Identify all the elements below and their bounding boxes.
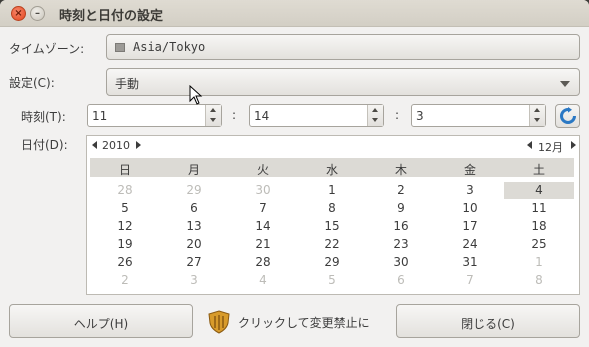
calendar-day[interactable]: 7 [435, 272, 505, 289]
spin-down-icon[interactable] [210, 118, 216, 122]
timezone-value: Asia/Tokyo [133, 40, 206, 54]
minutes-value: 14 [254, 109, 270, 123]
setting-label: 設定(C): [9, 76, 55, 90]
timezone-label: タイムゾーン: [9, 42, 85, 56]
mouse-cursor-icon [189, 85, 203, 105]
window-title: 時刻と日付の設定 [59, 9, 164, 24]
minimize-window-button[interactable]: – [30, 6, 45, 21]
spin-down-icon[interactable] [372, 118, 378, 122]
calendar-year: 2010 [102, 139, 130, 152]
calendar-day[interactable]: 11 [504, 200, 574, 217]
hours-value: 11 [92, 109, 108, 123]
time-separator: : [395, 108, 400, 122]
calendar-day[interactable]: 6 [366, 272, 436, 289]
calendar-day[interactable]: 27 [159, 254, 229, 271]
calendar-day[interactable]: 21 [228, 236, 298, 253]
weekday-header-row: 日月火水木金土 [90, 158, 574, 177]
weekday-label: 水 [325, 163, 338, 177]
calendar-day[interactable]: 7 [228, 200, 298, 217]
time-separator: : [232, 108, 237, 122]
spin-up-icon[interactable] [210, 108, 216, 112]
next-month-icon[interactable] [571, 141, 576, 149]
calendar-day[interactable]: 8 [504, 272, 574, 289]
calendar-day[interactable]: 5 [297, 272, 367, 289]
setting-combobox[interactable]: 手動 [106, 68, 580, 96]
shield-lock-icon [208, 310, 230, 334]
spin-down-icon[interactable] [534, 118, 540, 122]
date-time-settings-window: × – 時刻と日付の設定 タイムゾーン: Asia/Tokyo 設定(C): 手… [0, 0, 589, 347]
calendar-day[interactable]: 29 [159, 182, 229, 199]
calendar-day[interactable]: 9 [366, 200, 436, 217]
calendar-day[interactable]: 24 [435, 236, 505, 253]
hours-spinbutton[interactable]: 11 [87, 104, 222, 127]
calendar-day[interactable]: 28 [90, 182, 160, 199]
spin-up-icon[interactable] [534, 108, 540, 112]
spin-up-icon[interactable] [372, 108, 378, 112]
calendar-day[interactable]: 6 [159, 200, 229, 217]
calendar-day[interactable]: 30 [228, 182, 298, 199]
chevron-down-icon [560, 81, 570, 87]
prev-month-icon[interactable] [527, 141, 532, 149]
time-label: 時刻(T): [21, 110, 66, 124]
calendar-day[interactable]: 1 [504, 254, 574, 271]
calendar-day[interactable]: 26 [90, 254, 160, 271]
calendar-day[interactable]: 23 [366, 236, 436, 253]
seconds-value: 3 [416, 109, 424, 123]
hours-stepper[interactable] [205, 105, 221, 126]
calendar-day[interactable]: 19 [90, 236, 160, 253]
calendar-day[interactable]: 2 [366, 182, 436, 199]
calendar-day[interactable]: 1 [297, 182, 367, 199]
prev-year-icon[interactable] [92, 141, 97, 149]
calendar-day[interactable]: 25 [504, 236, 574, 253]
calendar-day[interactable]: 4 [504, 182, 574, 199]
minutes-stepper[interactable] [367, 105, 383, 126]
weekday-label: 月 [187, 163, 200, 177]
close-window-button[interactable]: × [11, 6, 26, 21]
refresh-icon [560, 107, 576, 124]
calendar-day[interactable]: 10 [435, 200, 505, 217]
next-year-icon[interactable] [136, 141, 141, 149]
calendar-day[interactable]: 15 [297, 218, 367, 235]
calendar-day[interactable]: 31 [435, 254, 505, 271]
calendar-day[interactable]: 12 [90, 218, 160, 235]
setting-value: 手動 [115, 77, 140, 91]
calendar-day[interactable]: 16 [366, 218, 436, 235]
calendar-day[interactable]: 30 [366, 254, 436, 271]
weekday-label: 日 [118, 163, 131, 177]
date-label: 日付(D): [21, 138, 68, 152]
calendar-day[interactable]: 4 [228, 272, 298, 289]
calendar-day[interactable]: 3 [159, 272, 229, 289]
calendar-day[interactable]: 29 [297, 254, 367, 271]
title-bar: × – 時刻と日付の設定 [0, 0, 589, 27]
sync-time-button[interactable] [555, 104, 580, 128]
calendar-day[interactable]: 13 [159, 218, 229, 235]
weekday-label: 金 [463, 163, 476, 177]
calendar-month: 12月 [538, 141, 563, 154]
seconds-spinbutton[interactable]: 3 [411, 104, 546, 127]
calendar-day[interactable]: 8 [297, 200, 367, 217]
weekday-label: 火 [256, 163, 269, 177]
minutes-spinbutton[interactable]: 14 [249, 104, 384, 127]
calendar[interactable]: 2010 12月 日月火水木金土 28 29 30 1 2 3 4 5 6 7 8 9 10 11 12 13… [86, 135, 580, 295]
weekday-label: 土 [532, 163, 545, 177]
help-button-label: ヘルプ(H) [73, 317, 129, 331]
timezone-button[interactable]: Asia/Tokyo [106, 34, 580, 60]
calendar-day[interactable]: 17 [435, 218, 505, 235]
help-button[interactable]: ヘルプ(H) [9, 304, 193, 338]
flag-icon [115, 43, 125, 52]
calendar-day[interactable]: 14 [228, 218, 298, 235]
calendar-day[interactable]: 3 [435, 182, 505, 199]
calendar-day[interactable]: 22 [297, 236, 367, 253]
weekday-label: 木 [394, 163, 407, 177]
seconds-stepper[interactable] [529, 105, 545, 126]
calendar-day[interactable]: 28 [228, 254, 298, 271]
calendar-header: 2010 12月 [87, 136, 579, 156]
calendar-day[interactable]: 5 [90, 200, 160, 217]
calendar-day[interactable]: 2 [90, 272, 160, 289]
calendar-day[interactable]: 20 [159, 236, 229, 253]
close-button-label: 閉じる(C) [461, 317, 515, 331]
lock-label: クリックして変更禁止に [238, 316, 370, 330]
calendar-day[interactable]: 18 [504, 218, 574, 235]
close-button[interactable]: 閉じる(C) [396, 304, 580, 338]
